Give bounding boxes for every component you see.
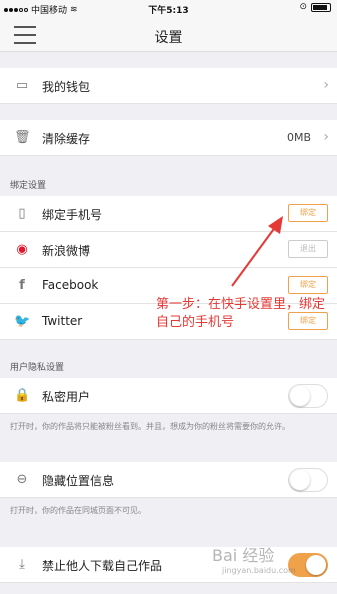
status-right: ⊙ bbox=[299, 2, 331, 12]
binding-section-header: 绑定设置 bbox=[10, 181, 47, 191]
hide-location-row[interactable]: ⊖ 隐藏位置信息 bbox=[0, 462, 337, 498]
status-time: 下午5:13 bbox=[148, 6, 189, 16]
watermark-text: Bai 经验 bbox=[212, 546, 275, 565]
bind-phone-row[interactable]: ▯ 绑定手机号 绑定 bbox=[0, 196, 337, 232]
hide-location-label: 隐藏位置信息 bbox=[42, 474, 115, 488]
weibo-label: 新浪微博 bbox=[42, 244, 91, 258]
bind-phone-button[interactable]: 绑定 bbox=[288, 204, 328, 222]
weibo-logout-button[interactable]: 退出 bbox=[288, 240, 328, 258]
wallet-row[interactable]: ▭ 我的钱包 › bbox=[0, 68, 337, 104]
watermark: Bai 经验 jingyan.baidu.com bbox=[212, 542, 296, 575]
lock-icon: 🔒 bbox=[14, 388, 31, 403]
hide-location-toggle[interactable] bbox=[288, 468, 328, 492]
annotation-text: 第一步：在快手设置里，绑定自己的手机号 bbox=[156, 297, 326, 330]
wallet-icon: ▭ bbox=[15, 78, 29, 93]
twitter-label: Twitter bbox=[42, 314, 83, 328]
private-user-desc: 打开时，你的作品将只能被粉丝看到。并且，想成为你的粉丝将需要你的允许。 bbox=[0, 414, 337, 462]
phone-icon: ▯ bbox=[18, 206, 26, 221]
clear-cache-row[interactable]: 🗑 清除缓存 0MB › bbox=[0, 120, 337, 156]
chevron-right-icon: › bbox=[323, 129, 329, 145]
weibo-row[interactable]: ◉ 新浪微博 退出 bbox=[0, 232, 337, 268]
watermark-sub: jingyan.baidu.com bbox=[222, 566, 296, 575]
private-user-toggle[interactable] bbox=[288, 384, 328, 408]
trash-icon: 🗑 bbox=[14, 130, 31, 145]
wallet-label: 我的钱包 bbox=[42, 80, 91, 94]
private-user-row[interactable]: 🔒 私密用户 bbox=[0, 378, 337, 414]
no-download-label: 禁止他人下载自己作品 bbox=[42, 559, 163, 573]
twitter-icon: 🐦 bbox=[14, 314, 31, 329]
bind-phone-label: 绑定手机号 bbox=[42, 208, 103, 222]
cache-size: 0MB bbox=[286, 131, 311, 144]
facebook-label: Facebook bbox=[42, 278, 99, 292]
hide-location-desc: 打开时，你的作品在同城页面不可见。 bbox=[0, 498, 337, 546]
weibo-icon: ◉ bbox=[16, 242, 28, 257]
private-user-label: 私密用户 bbox=[42, 390, 91, 404]
clear-cache-label: 清除缓存 bbox=[42, 132, 91, 146]
nav-bar: 设置 bbox=[0, 18, 337, 52]
download-icon: ⤓ bbox=[19, 557, 25, 572]
privacy-section-header: 用户隐私设置 bbox=[10, 363, 65, 373]
facebook-icon: f bbox=[19, 278, 25, 293]
battery-icon bbox=[311, 2, 331, 12]
bind-facebook-button[interactable]: 绑定 bbox=[288, 276, 328, 294]
status-bar: 中国移动 ≋ 下午5:13 ⊙ bbox=[0, 0, 337, 18]
rotation-lock-icon: ⊙ bbox=[299, 2, 307, 12]
chevron-right-icon: › bbox=[323, 77, 329, 93]
page-title: 设置 bbox=[154, 30, 183, 46]
hide-location-icon: ⊖ bbox=[16, 472, 28, 487]
